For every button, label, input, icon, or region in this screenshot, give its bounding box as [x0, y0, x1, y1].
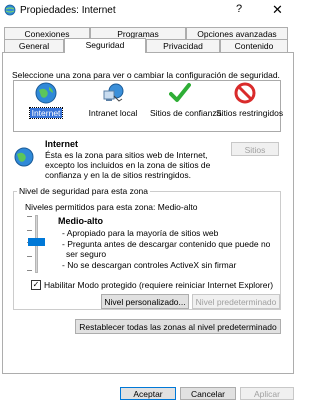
group-title: Nivel de seguridad para esta zona [17, 186, 150, 196]
slider-tick [27, 230, 32, 231]
zone-label: Internet [28, 107, 64, 119]
allowed-levels-label: Niveles permitidos para esta zona: Medio… [25, 202, 198, 212]
zone-intranet[interactable]: Intranet local [86, 82, 140, 118]
zone-info-title: Internet [45, 139, 79, 149]
protected-mode-label[interactable]: Habilitar Modo protegido (requiere reini… [44, 280, 273, 290]
slider-tick [27, 256, 32, 257]
zone-info-description: Ésta es la zona para sitios web de Inter… [45, 150, 211, 180]
zone-instruction: Seleccione una zona para ver o cambiar l… [12, 70, 280, 80]
slider-tick [27, 216, 32, 217]
zone-restricted[interactable]: Sitios restringidos [214, 82, 283, 118]
zone-label: Sitios restringidos [216, 108, 284, 118]
level-bullet: - Pregunta antes de descargar contenido … [62, 238, 271, 260]
tab-privacidad[interactable]: Privacidad [146, 39, 220, 52]
apply-button[interactable]: Aplicar [240, 387, 294, 400]
help-button[interactable]: ? [236, 3, 242, 15]
zone-label: Sitios de confianza [150, 108, 222, 118]
level-name: Medio-alto [58, 216, 103, 226]
tab-general[interactable]: General [4, 39, 64, 52]
tab-seguridad[interactable]: Seguridad [64, 38, 146, 53]
globe-icon [35, 82, 57, 104]
default-level-button[interactable]: Nivel predeterminado [192, 294, 280, 309]
globe-icon [14, 147, 34, 167]
security-slider-thumb[interactable] [28, 238, 45, 246]
cancel-button[interactable]: Cancelar [180, 387, 236, 400]
zone-internet[interactable]: Internet [24, 82, 68, 119]
slider-tick [27, 270, 32, 271]
custom-level-button[interactable]: Nivel personalizado... [101, 294, 189, 309]
no-entry-icon [234, 82, 256, 104]
tab-contenido[interactable]: Contenido [220, 39, 288, 52]
level-bullet: - Apropiado para la mayoría de sitios we… [62, 228, 219, 238]
checkmark-icon [169, 83, 191, 102]
sites-button[interactable]: Sitios [231, 142, 279, 156]
network-icon [103, 83, 124, 102]
reset-all-zones-button[interactable]: Restablecer todas las zonas al nivel pre… [75, 319, 281, 334]
level-description: - Apropiado para la mayoría de sitios we… [62, 228, 282, 270]
protected-mode-checkbox[interactable]: ✓ [31, 280, 41, 290]
accept-button[interactable]: Aceptar [120, 387, 176, 400]
zone-label: Intranet local [88, 108, 138, 118]
tab-strip: Conexiones Programas Opciones avanzadas … [0, 24, 296, 54]
zone-trusted[interactable]: Sitios de confianza [148, 82, 221, 118]
close-button[interactable]: ✕ [272, 2, 283, 18]
window-title: Propiedades: Internet [20, 5, 116, 16]
internet-options-icon [4, 4, 16, 16]
level-bullet: - No se descargan controles ActiveX sin … [62, 259, 237, 270]
title-bar: Propiedades: Internet ? ✕ [0, 0, 296, 22]
